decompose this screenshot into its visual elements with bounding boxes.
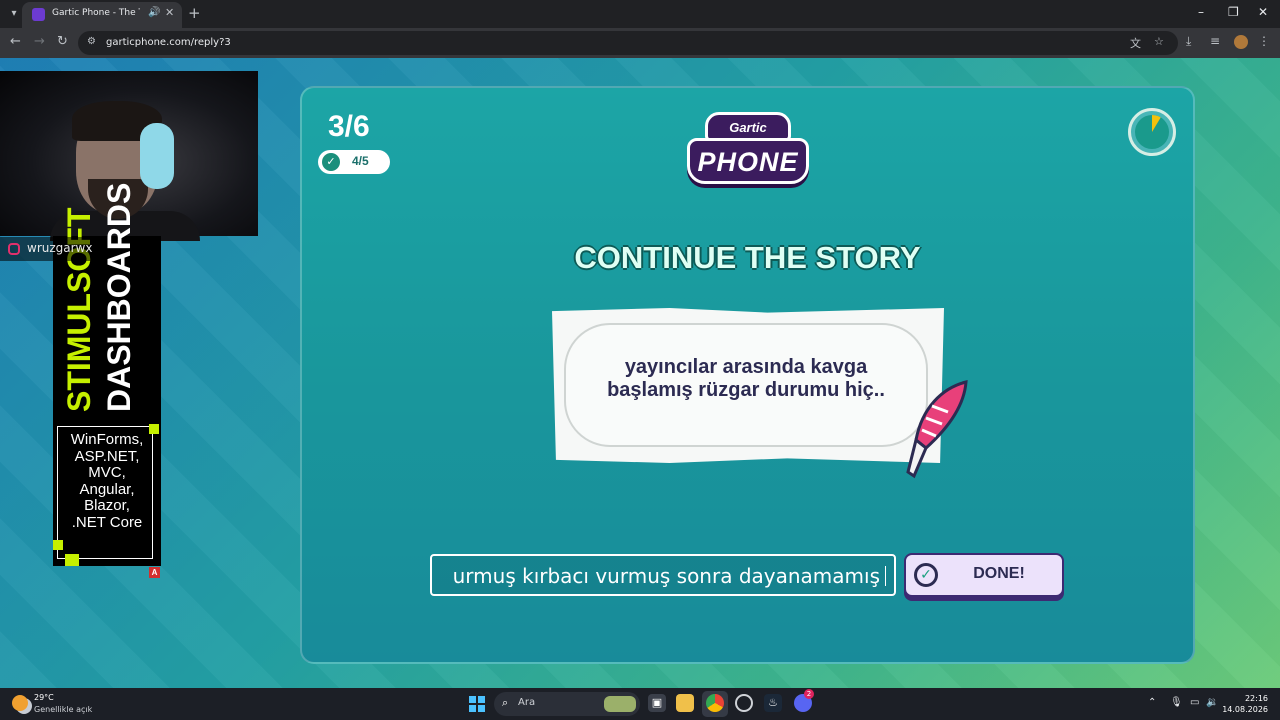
- search-icon: ⌕: [502, 696, 509, 709]
- headphones: [140, 123, 174, 189]
- prompt-line-1: yayıncılar arasında kavga: [624, 356, 868, 378]
- ad-line-2: DASHBOARDS: [101, 182, 137, 412]
- logo-top-text: Gartic: [729, 120, 767, 135]
- steam-icon[interactable]: ♨: [764, 694, 782, 712]
- timer-icon: [1128, 108, 1176, 156]
- ad-accent-square: [53, 540, 63, 550]
- timer-face: [1135, 115, 1169, 149]
- minimize-button[interactable]: –: [1198, 5, 1204, 19]
- done-label: DONE!: [973, 565, 1025, 582]
- browser-toolbar: ← → ↻ ⚙ garticphone.com/reply?3 文 ☆ ⤓ ≡ …: [0, 28, 1280, 58]
- close-tab-icon[interactable]: ✕: [165, 6, 174, 19]
- url-text[interactable]: garticphone.com/reply?3: [106, 37, 231, 48]
- players-done-badge: ✓ 4/5: [318, 150, 390, 174]
- instagram-handle-box: wruzgarwx: [0, 237, 100, 261]
- tab-gartic-phone[interactable]: Gartic Phone - The Telephone Game 🔊 ✕: [22, 2, 182, 28]
- ad-tech-item: ASP.NET,: [74, 447, 140, 465]
- bookmark-star-icon[interactable]: ☆: [1154, 35, 1164, 48]
- round-counter: 3/6: [328, 110, 370, 143]
- profile-avatar[interactable]: [1234, 35, 1248, 49]
- address-bar[interactable]: ⚙ garticphone.com/reply?3 文 ☆: [78, 31, 1178, 55]
- clock-date: 14.08.2026: [1222, 705, 1268, 714]
- media-controls-icon[interactable]: ≡: [1210, 34, 1220, 48]
- weather-description[interactable]: Genellikle açık: [34, 705, 92, 714]
- sponsor-banner: STIMULSOFT DASHBOARDS WinForms, ASP.NET,…: [53, 183, 161, 566]
- back-icon[interactable]: ←: [10, 34, 21, 49]
- system-clock[interactable]: 22:16 14.08.2026: [1222, 693, 1268, 715]
- prompt-line-2: başlamış rüzgar durumu hiç..: [607, 379, 885, 401]
- ad-accent-square: [65, 554, 79, 566]
- instagram-handle: wruzgarwx: [27, 241, 93, 255]
- quill-pen-icon: [906, 380, 968, 479]
- search-placeholder: Ara: [518, 697, 536, 708]
- windows-start-icon[interactable]: [469, 696, 485, 712]
- story-input-value[interactable]: urmuş kırbacı vurmuş sonra dayanamamış: [453, 564, 880, 588]
- story-input[interactable]: urmuş kırbacı vurmuş sonra dayanamamış: [430, 554, 896, 596]
- task-view-icon[interactable]: ▣: [648, 694, 666, 712]
- done-check-icon: ✓: [914, 563, 938, 587]
- weather-icon[interactable]: [12, 695, 28, 711]
- microphone-icon[interactable]: 🎙: [1170, 697, 1183, 708]
- ad-tech-item: MVC,: [88, 464, 126, 481]
- taskbar-search[interactable]: ⌕ Ara: [494, 692, 640, 716]
- instagram-icon: [8, 243, 20, 255]
- discord-icon[interactable]: 2: [794, 689, 814, 712]
- chrome-icon[interactable]: [706, 694, 724, 712]
- new-tab-button[interactable]: +: [188, 4, 201, 22]
- restore-button[interactable]: ❐: [1228, 5, 1239, 19]
- timer-elapsed-slice: [1152, 115, 1163, 132]
- menu-kebab-icon[interactable]: ⋮: [1258, 34, 1270, 48]
- gartic-phone-logo: Gartic PHONE: [687, 112, 809, 188]
- tab-title: Gartic Phone - The Telephone Game: [52, 8, 140, 18]
- text-caret: [885, 566, 886, 586]
- site-info-icon[interactable]: ⚙: [87, 36, 96, 47]
- players-done-count: 4/5: [352, 154, 369, 168]
- ad-tag: A: [149, 567, 160, 578]
- sponsor-logo-text: STIMULSOFT DASHBOARDS: [57, 183, 153, 412]
- ad-tech-item: Blazor,: [84, 497, 130, 514]
- logo-bottom-plate: PHONE: [687, 138, 809, 184]
- monitor-icon[interactable]: ▭: [1190, 697, 1199, 708]
- done-button[interactable]: ✓ DONE!: [904, 553, 1064, 597]
- page-title: CONTINUE THE STORY: [574, 240, 921, 275]
- search-highlight-image: [604, 696, 636, 712]
- ad-tech-item: .NET Core: [71, 513, 143, 531]
- forward-icon[interactable]: →: [34, 34, 45, 49]
- close-window-button[interactable]: ✕: [1258, 5, 1268, 19]
- discord-notification-badge: 2: [804, 689, 814, 699]
- logo-bottom-text: PHONE: [697, 147, 799, 177]
- volume-icon[interactable]: 🔉: [1206, 697, 1218, 708]
- snipping-tool-icon[interactable]: [735, 694, 753, 712]
- game-panel: 3/6 ✓ 4/5 Gartic PHONE CONTINUE THE STOR…: [300, 86, 1195, 664]
- ad-accent-square: [149, 424, 159, 434]
- ad-tech-list: WinForms, ASP.NET, MVC, Angular, Blazor,…: [59, 431, 155, 531]
- ad-tech-item: Angular,: [79, 480, 135, 498]
- tab-strip: ▾ Gartic Phone - The Telephone Game 🔊 ✕ …: [0, 0, 1280, 28]
- ad-tech-item: WinForms,: [70, 431, 144, 448]
- temperature[interactable]: 29°C: [34, 693, 54, 702]
- translate-icon[interactable]: 文: [1130, 35, 1141, 51]
- speaker-icon[interactable]: 🔊: [148, 7, 160, 18]
- tab-search-icon[interactable]: ▾: [6, 6, 22, 22]
- reload-icon[interactable]: ↻: [57, 34, 68, 49]
- file-explorer-icon[interactable]: [676, 694, 694, 712]
- check-icon: ✓: [322, 153, 340, 171]
- clock-time: 22:16: [1244, 694, 1268, 703]
- tray-overflow-icon[interactable]: ⌃: [1148, 697, 1156, 708]
- gartic-favicon-icon: [32, 8, 45, 21]
- download-icon[interactable]: ⤓: [1186, 34, 1191, 49]
- windows-taskbar: 29°C Genellikle açık ⌕ Ara ▣ ♨ 2 ⌃ 🎙 ▭ 🔉…: [0, 688, 1280, 720]
- story-prompt: yayıncılar arasında kavga başlamış rüzga…: [564, 356, 928, 402]
